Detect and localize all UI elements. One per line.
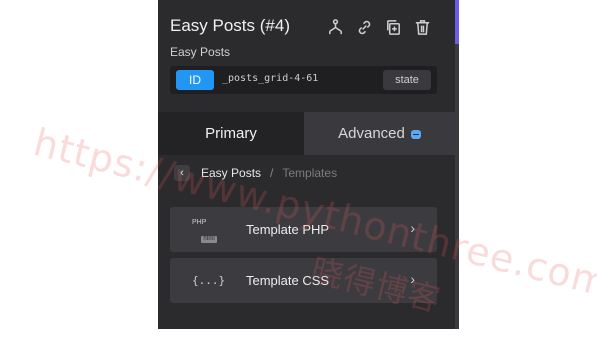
tab-advanced-label: Advanced xyxy=(338,125,405,142)
accent-bar xyxy=(455,0,459,44)
link-icon[interactable] xyxy=(353,16,376,39)
state-button[interactable]: state xyxy=(383,70,431,90)
template-php-label: Template PHP xyxy=(246,222,330,237)
breadcrumb-current[interactable]: Easy Posts xyxy=(201,166,261,180)
chevron-right-icon: › xyxy=(410,271,415,287)
element-id-row: ID _posts_grid-4-61 state xyxy=(170,66,437,94)
collapse-indicator-icon xyxy=(410,129,421,139)
breadcrumb: ‹ Easy Posts / Templates xyxy=(174,164,337,182)
element-title: Easy Posts (#4) xyxy=(170,16,290,35)
breadcrumb-section: Templates xyxy=(282,166,338,180)
element-toolbar xyxy=(324,16,434,39)
breadcrumb-separator: / xyxy=(270,166,274,180)
php-html-icon: PHP html xyxy=(192,219,220,243)
sitemap-icon[interactable] xyxy=(324,16,347,39)
duplicate-icon[interactable] xyxy=(382,16,405,39)
panel-tabs: Primary Advanced xyxy=(158,112,455,155)
php-icon-bottom: html xyxy=(201,236,217,243)
element-id-value[interactable]: _posts_grid-4-61 xyxy=(222,73,318,84)
template-css-label: Template CSS xyxy=(246,273,330,288)
tab-primary[interactable]: Primary xyxy=(158,112,304,155)
template-php-item[interactable]: PHP html Template PHP › xyxy=(170,207,437,252)
id-badge[interactable]: ID xyxy=(176,70,214,90)
template-css-item[interactable]: {...} Template CSS › xyxy=(170,258,437,303)
canvas-edge xyxy=(455,0,459,329)
element-panel: Easy Posts (#4) Easy Posts ID _posts_gri… xyxy=(158,0,455,329)
tab-primary-label: Primary xyxy=(205,125,257,142)
php-icon-top: PHP xyxy=(192,219,207,226)
css-braces-icon: {...} xyxy=(192,274,226,287)
back-chevron-icon[interactable]: ‹ xyxy=(174,165,190,181)
element-subtitle: Easy Posts xyxy=(170,45,231,59)
trash-icon[interactable] xyxy=(411,16,434,39)
tab-advanced[interactable]: Advanced xyxy=(304,112,455,155)
chevron-right-icon: › xyxy=(410,220,415,236)
